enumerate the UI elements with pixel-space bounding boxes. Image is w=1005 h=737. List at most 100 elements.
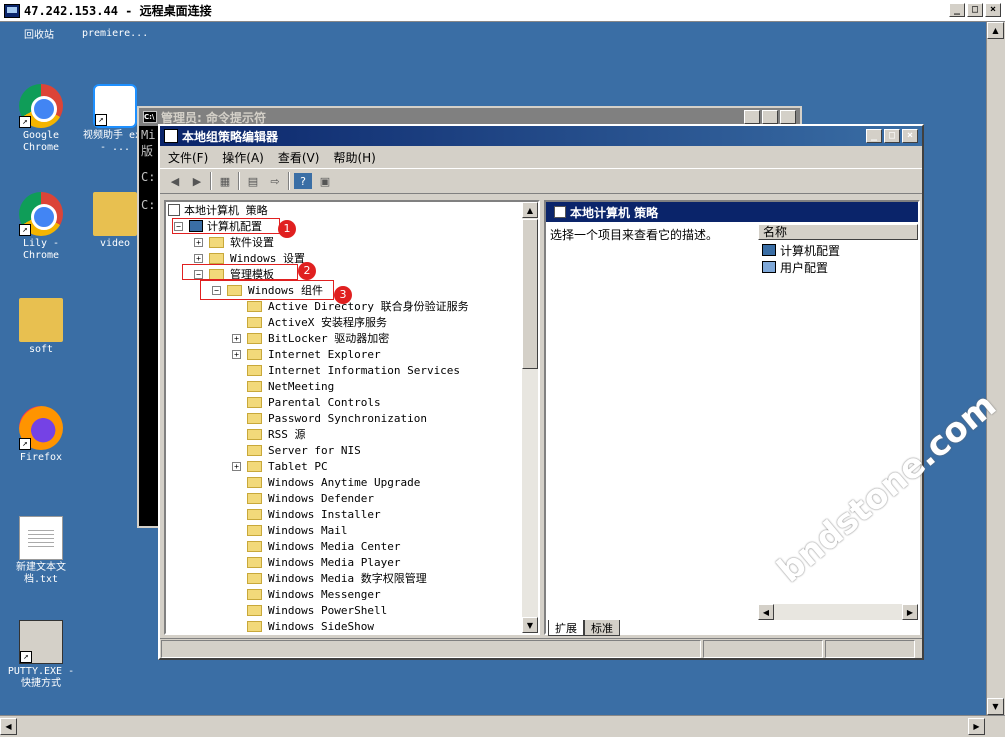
expand-icon[interactable]: + [232,333,241,343]
tree-item[interactable]: Windows Anytime Upgrade [232,474,420,490]
scroll-left-icon[interactable]: ◀ [758,604,774,620]
scroll-down-icon[interactable]: ▼ [987,698,1004,715]
desktop-icon-new-text[interactable]: 新建文本文档.txt [8,516,74,586]
tree-item[interactable]: Windows SideShow [232,618,374,633]
icon-label: Google Chrome [22,130,60,153]
gpedit-window[interactable]: 本地组策略编辑器 _ □ × 文件(F) 操作(A) 查看(V) 帮助(H) ◀… [158,124,924,660]
tree-item[interactable]: Windows Media Center [232,538,400,554]
gpedit-close-button[interactable]: × [902,129,918,143]
tree-item[interactable]: Windows Messenger [232,586,381,602]
tree-item[interactable]: + Internet Explorer [232,346,381,362]
expand-icon[interactable]: + [194,253,203,263]
back-icon[interactable]: ◀ [166,173,184,189]
cmd-maximize-button[interactable]: □ [762,110,778,124]
toolbar-divider [288,172,290,190]
scroll-up-icon[interactable]: ▲ [987,22,1004,39]
desktop-icon-putty[interactable]: ↗ PUTTY.EXE - 快捷方式 [4,620,78,690]
tree-item[interactable]: + Tablet PC [232,458,328,474]
filter-icon[interactable]: ▣ [316,173,334,189]
desktop-icon-lily-chrome[interactable]: ↗ Lily - Chrome [8,192,74,262]
rdp-minimize-button[interactable]: _ [949,3,965,17]
details-title: 本地计算机 策略 [570,205,659,220]
view-tabs: 扩展 标准 [548,620,620,636]
help-icon[interactable]: ? [294,173,312,189]
scroll-right-icon[interactable]: ▶ [968,718,985,735]
tree-item[interactable]: Windows Media Player [232,554,400,570]
menu-file[interactable]: 文件(F) [168,149,208,166]
tree-item[interactable]: + BitLocker 驱动器加密 [232,330,389,346]
menu-view[interactable]: 查看(V) [278,149,320,166]
column-header-name[interactable]: 名称 [758,224,918,240]
gpedit-minimize-button[interactable]: _ [866,129,882,143]
scroll-thumb[interactable] [522,219,538,369]
tab-standard[interactable]: 标准 [584,620,620,636]
forward-icon[interactable]: ▶ [188,173,206,189]
details-header: 本地计算机 策略 [546,202,918,222]
callout-badge: 2 [298,262,316,280]
scroll-down-icon[interactable]: ▼ [522,617,538,633]
icon-label: Firefox [19,452,63,463]
firefox-icon: ↗ [19,406,63,450]
scroll-left-icon[interactable]: ◀ [0,718,17,735]
folder-icon [209,236,224,248]
tree-item[interactable]: Windows Defender [232,490,374,506]
desktop-icon-chrome[interactable]: ↗ Google Chrome [8,84,74,154]
show-hide-tree-icon[interactable]: ▦ [216,173,234,189]
scroll-right-icon[interactable]: ▶ [902,604,918,620]
export-list-icon[interactable]: ⇨ [266,173,284,189]
annotation-box [172,218,280,234]
tree-item[interactable]: Active Directory 联合身份验证服务 [232,298,469,314]
recycle-bin-label[interactable]: 回收站 [24,26,54,41]
policy-icon [554,206,566,218]
desktop-icon-soft[interactable]: soft [8,298,74,356]
details-pane[interactable]: 本地计算机 策略 选择一个项目来查看它的描述。 名称 计算机配置 用户配置 ◀ … [544,200,920,635]
tree-item[interactable]: Windows PowerShell [232,602,387,618]
tree-item[interactable]: + 软件设置 [194,234,274,250]
gpedit-maximize-button[interactable]: □ [884,129,900,143]
list-item[interactable]: 计算机配置 [762,242,840,258]
list-label: 用户配置 [780,260,829,275]
expand-icon[interactable]: + [232,461,241,471]
tree-root[interactable]: 本地计算机 策略 [168,202,268,218]
tree-item[interactable]: Server for NIS [232,442,361,458]
details-hscrollbar[interactable]: ◀ ▶ [758,604,918,620]
rdp-close-button[interactable]: × [985,3,1001,17]
tree-item[interactable]: Password Synchronization [232,410,427,426]
tree-item[interactable]: Windows Mail [232,522,347,538]
cmd-minimize-button[interactable]: _ [744,110,760,124]
cmd-close-button[interactable]: × [780,110,796,124]
tree-scrollbar[interactable]: ▲ ▼ [522,202,538,633]
menu-action[interactable]: 操作(A) [222,149,264,166]
expand-icon[interactable]: + [232,349,241,359]
icon-label: soft [28,344,54,355]
folder-icon [247,396,262,408]
cmd-title: 管理员: 命令提示符 [161,110,266,125]
tree-label: Tablet PC [268,459,328,473]
rdp-maximize-button[interactable]: □ [967,3,983,17]
tree-label: Active Directory 联合身份验证服务 [268,300,469,313]
folder-icon [247,300,262,312]
tree-label: NetMeeting [268,379,335,393]
tree-item[interactable]: Internet Information Services [232,362,460,378]
callout-badge: 3 [334,286,352,304]
rdp-icon [4,3,20,18]
expand-icon[interactable]: + [194,237,203,247]
tree-item[interactable]: Windows Installer [232,506,381,522]
tree-item[interactable]: NetMeeting [232,378,334,394]
vertical-scrollbar[interactable]: ▲ ▼ [986,22,1005,715]
desktop-icon-firefox[interactable]: ↗ Firefox [8,406,74,464]
tree-item[interactable]: RSS 源 [232,426,306,442]
list-item[interactable]: 用户配置 [762,259,828,275]
tree-item[interactable]: ActiveX 安装程序服务 [232,314,387,330]
menu-help[interactable]: 帮助(H) [333,149,375,166]
toolbar-divider [210,172,212,190]
premiere-label[interactable]: premiere... [82,28,148,39]
cmd-icon: C:\ [143,111,157,123]
tree-item[interactable]: Windows Media 数字权限管理 [232,570,427,586]
status-panel [703,640,823,658]
scroll-up-icon[interactable]: ▲ [522,202,538,218]
tree-item[interactable]: Parental Controls [232,394,381,410]
properties-icon[interactable]: ▤ [244,173,262,189]
horizontal-scrollbar[interactable]: ◀ ▶ [0,715,1005,737]
tab-extended[interactable]: 扩展 [548,620,584,636]
